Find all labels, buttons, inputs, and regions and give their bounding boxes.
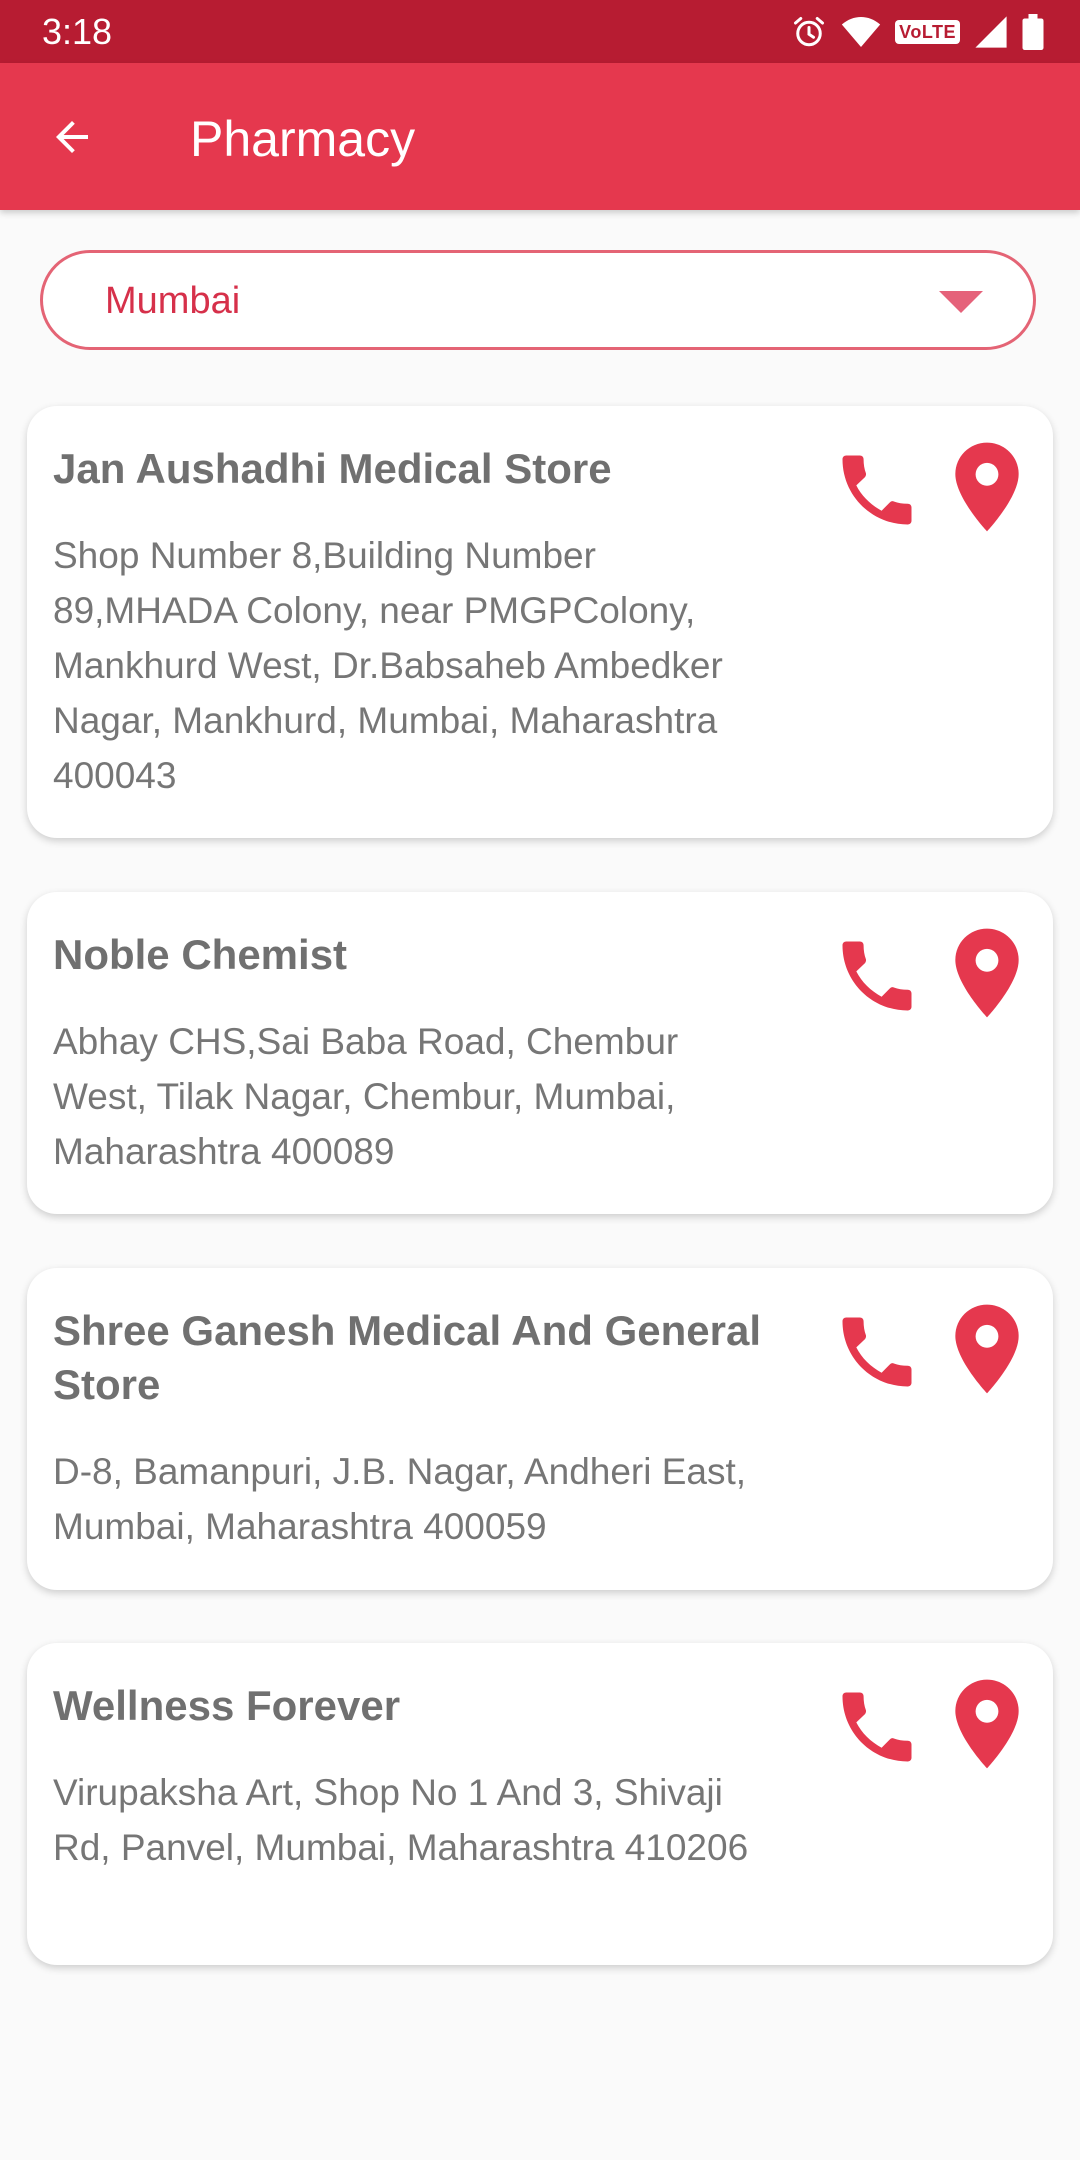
alarm-icon [791, 14, 827, 50]
location-button[interactable] [949, 928, 1025, 1018]
store-card: Jan Aushadhi Medical Store Shop Number 8… [27, 406, 1053, 838]
call-button[interactable] [831, 1306, 923, 1398]
page-title: Pharmacy [190, 111, 416, 167]
battery-icon [1022, 14, 1044, 50]
back-button[interactable] [40, 107, 104, 171]
store-card: Shree Ganesh Medical And General Store D… [27, 1268, 1053, 1590]
status-icons: VoLTE [791, 12, 1044, 52]
store-card: Noble Chemist Abhay CHS,Sai Baba Road, C… [27, 892, 1053, 1214]
city-dropdown[interactable]: Mumbai [40, 250, 1036, 350]
status-bar: 3:18 VoLTE [0, 0, 1080, 63]
location-button[interactable] [949, 1679, 1025, 1769]
arrow-left-icon [48, 113, 96, 166]
map-pin-icon [949, 1304, 1025, 1398]
call-button[interactable] [831, 444, 923, 536]
store-card: Wellness Forever Virupaksha Art, Shop No… [27, 1643, 1053, 1965]
store-address: Shop Number 8,Building Number 89,MHADA C… [53, 535, 723, 796]
phone-icon [831, 1692, 923, 1777]
phone-icon [831, 455, 923, 540]
phone-icon [831, 1317, 923, 1402]
store-address: Virupaksha Art, Shop No 1 And 3, Shivaji… [53, 1772, 749, 1868]
store-name: Shree Ganesh Medical And General Store [53, 1307, 762, 1408]
call-button[interactable] [831, 930, 923, 1022]
status-time: 3:18 [42, 11, 113, 52]
city-dropdown-value: Mumbai [105, 280, 241, 322]
store-address: Abhay CHS,Sai Baba Road, Chembur West, T… [53, 1021, 679, 1172]
phone-icon [831, 941, 923, 1026]
map-pin-icon [949, 442, 1025, 536]
store-name: Jan Aushadhi Medical Store [53, 445, 612, 492]
dropdown-caret-icon [939, 291, 983, 320]
volte-badge: VoLTE [895, 20, 960, 44]
signal-icon [974, 15, 1008, 49]
app-bar: Pharmacy [0, 63, 1080, 210]
location-button[interactable] [949, 442, 1025, 532]
store-name: Noble Chemist [53, 931, 348, 978]
call-button[interactable] [831, 1681, 923, 1773]
store-name: Wellness Forever [53, 1682, 401, 1729]
store-address: D-8, Bamanpuri, J.B. Nagar, Andheri East… [53, 1451, 747, 1547]
map-pin-icon [949, 1679, 1025, 1773]
wifi-icon [841, 15, 881, 49]
map-pin-icon [949, 928, 1025, 1022]
location-button[interactable] [949, 1304, 1025, 1394]
